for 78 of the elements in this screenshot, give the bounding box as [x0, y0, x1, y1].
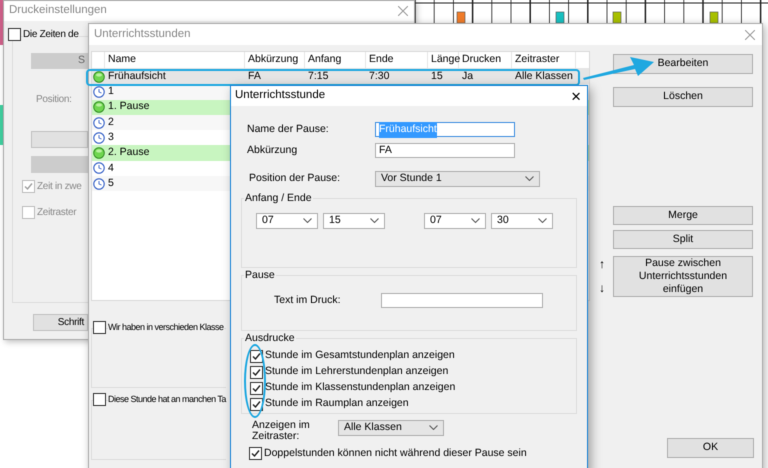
move-up-button[interactable]: ↑ — [599, 255, 605, 273]
column-header[interactable]: Name — [105, 52, 245, 68]
checkbox[interactable] — [250, 398, 263, 410]
timetable-block — [0, 0, 3, 45]
table-cell-text: 7:30 — [368, 68, 390, 84]
field-label: Anzeigen im Zeitraster: — [252, 420, 311, 442]
checkbox-label: Doppelstunden können nicht während dieser Pause sein — [264, 446, 527, 460]
checkbox-label: Zeit in zwe — [37, 180, 82, 194]
checkbox-label: Stunde im Klassenstundenplan anzeigen — [265, 380, 456, 396]
sphere-icon — [93, 101, 105, 114]
table-cell-text: Frühaufsicht — [107, 68, 167, 84]
column-header[interactable]: Ende — [366, 52, 428, 68]
dropdown[interactable]: 07 — [424, 212, 486, 228]
field-label: Name der Pause: — [247, 122, 330, 137]
table-cell-text: 5 — [107, 176, 115, 191]
checkbox-label: Stunde im Lehrerstundenplan anzeigen — [265, 364, 448, 380]
field-label: Position der Pause: — [249, 170, 342, 186]
dropdown[interactable]: 07 — [256, 212, 318, 228]
table-cell-text: 2 — [107, 114, 115, 130]
column-header[interactable]: Zeitraster — [512, 52, 576, 68]
table-cell-text: 15 — [430, 68, 444, 84]
window-title: Druckeinstellungen — [9, 3, 107, 18]
column-header[interactable]: Anfang — [305, 52, 366, 68]
font-button[interactable]: Schrift — [33, 314, 88, 331]
table-cell-text: 2. Pause — [107, 145, 150, 160]
push-button[interactable]: Bearbeiten — [613, 54, 753, 74]
checkbox[interactable] — [250, 350, 263, 362]
close-button[interactable]: × — [571, 88, 581, 104]
move-down-button[interactable]: ↓ — [599, 279, 605, 297]
push-button[interactable]: OK — [667, 438, 754, 458]
group-title: Anfang / Ende — [244, 190, 313, 206]
checkbox[interactable] — [250, 382, 263, 394]
push-button[interactable]: Split — [613, 230, 753, 249]
table-cell-text: Alle Klassen — [514, 68, 574, 84]
dropdown-caret-icon — [429, 425, 438, 430]
dropdown-caret-icon — [370, 218, 379, 223]
sphere-icon — [93, 70, 105, 83]
dropdown-caret-icon — [538, 218, 547, 223]
push-button[interactable]: Pause zwischen Unterrichtsstunden einfügen — [613, 256, 753, 296]
table-cell-text: 3 — [107, 130, 115, 145]
dropdown-caret-icon — [471, 218, 480, 223]
timetable-block — [0, 105, 3, 145]
column-header[interactable]: Abkürzung — [245, 52, 305, 68]
print-text-field[interactable] — [381, 292, 543, 308]
dropdown-caret-icon — [525, 176, 534, 181]
table-cell-text: 7:15 — [307, 68, 330, 84]
dropdown-caret-icon — [303, 218, 312, 223]
window-title: Unterrichtsstunden — [94, 26, 191, 42]
checkbox-label: Zeitraster — [37, 206, 76, 220]
column-header[interactable]: Länge — [428, 52, 459, 68]
checkbox[interactable] — [249, 446, 262, 460]
field-label: Position: — [36, 93, 72, 107]
dropdown[interactable]: Alle Klassen — [338, 420, 444, 436]
dropdown[interactable]: Vor Stunde 1 — [375, 170, 540, 186]
checkbox[interactable] — [250, 366, 263, 378]
checkbox-label: Stunde im Raumplan anzeigen — [265, 396, 409, 412]
abbreviation-field[interactable]: FA — [375, 143, 515, 158]
close-icon[interactable] — [745, 30, 755, 40]
sphere-icon — [93, 147, 105, 160]
dropdown[interactable]: 30 — [491, 212, 553, 228]
close-icon[interactable] — [398, 6, 408, 16]
checkbox[interactable] — [8, 28, 21, 41]
table-cell-text: FA — [247, 68, 262, 84]
table-cell-text: 4 — [107, 160, 115, 176]
column-header[interactable]: Drucken — [459, 52, 512, 68]
callout-arrow — [582, 56, 654, 81]
push-button[interactable]: Merge — [613, 206, 753, 225]
checkbox[interactable] — [93, 393, 106, 406]
checkbox[interactable] — [93, 321, 106, 334]
dropdown[interactable]: 15 — [323, 212, 385, 228]
field-label: Text im Druck: — [274, 292, 342, 308]
table-cell-text: Ja — [461, 68, 474, 84]
print-button[interactable]: S — [31, 53, 88, 69]
checkbox-label: Stunde im Gesamtstundenplan anzeigen — [265, 348, 455, 364]
field-label: Abkürzung — [247, 142, 298, 158]
push-button[interactable]: Löschen — [613, 87, 753, 107]
table-cell-text: 1. Pause — [107, 99, 150, 114]
window-title: Unterrichtsstunde — [235, 88, 326, 104]
